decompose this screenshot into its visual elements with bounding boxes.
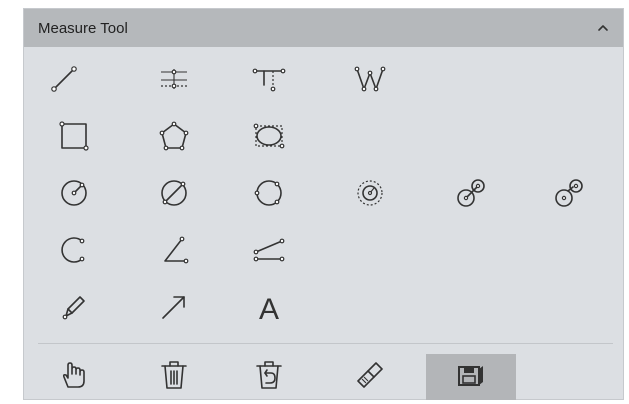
two-circle-distance-tool[interactable]	[451, 173, 491, 213]
circle-three-point-tool[interactable]	[249, 173, 289, 213]
parallel-lines-icon	[161, 69, 187, 89]
save-images-icon	[458, 366, 483, 386]
circle-diameter-icon	[161, 180, 187, 206]
polyline-tool[interactable]	[350, 59, 390, 99]
text-icon: A	[259, 293, 279, 326]
pentagon-icon	[159, 121, 189, 151]
polyline-icon	[354, 66, 386, 92]
svg-text:A: A	[259, 293, 279, 326]
angle-two-lines-tool[interactable]	[249, 230, 289, 270]
circle-center-radius-tool[interactable]	[54, 173, 94, 213]
panel-title: Measure Tool	[38, 20, 128, 37]
hand-icon	[62, 362, 85, 388]
broom-icon	[357, 362, 383, 388]
clear-all-tool[interactable]	[350, 355, 390, 395]
two-circles-tangent-icon	[555, 179, 583, 207]
ellipse-icon	[253, 123, 285, 149]
polygon-tool[interactable]	[154, 116, 194, 156]
line-tool[interactable]	[44, 59, 84, 99]
concentric-circles-tool[interactable]	[350, 173, 390, 213]
rectangle-icon	[59, 121, 89, 151]
rectangle-tool[interactable]	[54, 116, 94, 156]
trash-icon	[161, 361, 187, 389]
two-circle-tangent-tool[interactable]	[549, 173, 589, 213]
arrow-tool[interactable]	[154, 287, 194, 327]
undo-delete-tool[interactable]	[249, 355, 289, 395]
parallel-lines-tool[interactable]	[154, 59, 194, 99]
perpendicular-icon	[252, 68, 286, 92]
arc-tool[interactable]	[54, 230, 94, 270]
arc-icon	[61, 237, 85, 263]
angle-icon	[164, 236, 189, 264]
concentric-circles-icon	[357, 180, 383, 206]
toolbar-divider	[38, 343, 613, 344]
undo-trash-icon	[256, 361, 282, 389]
measure-tool-panel: Measure Tool A	[23, 8, 624, 400]
panel-header[interactable]: Measure Tool	[24, 9, 623, 47]
pan-hand-tool[interactable]	[54, 355, 94, 395]
pen-tool[interactable]	[54, 287, 94, 327]
save-measurements-tool[interactable]	[451, 355, 491, 395]
two-lines-angle-icon	[253, 238, 285, 262]
arrow-icon	[162, 296, 185, 319]
perpendicular-tool[interactable]	[249, 59, 289, 99]
angle-tool[interactable]	[154, 230, 194, 270]
two-circles-distance-icon	[457, 179, 485, 207]
line-icon	[51, 66, 77, 92]
circle-three-point-icon	[254, 180, 282, 206]
circle-radius-icon	[61, 180, 87, 206]
pencil-icon	[62, 296, 85, 320]
circle-diameter-tool[interactable]	[154, 173, 194, 213]
text-tool[interactable]: A	[249, 287, 289, 327]
ellipse-tool[interactable]	[249, 116, 289, 156]
delete-tool[interactable]	[154, 355, 194, 395]
chevron-up-icon[interactable]	[593, 18, 613, 38]
